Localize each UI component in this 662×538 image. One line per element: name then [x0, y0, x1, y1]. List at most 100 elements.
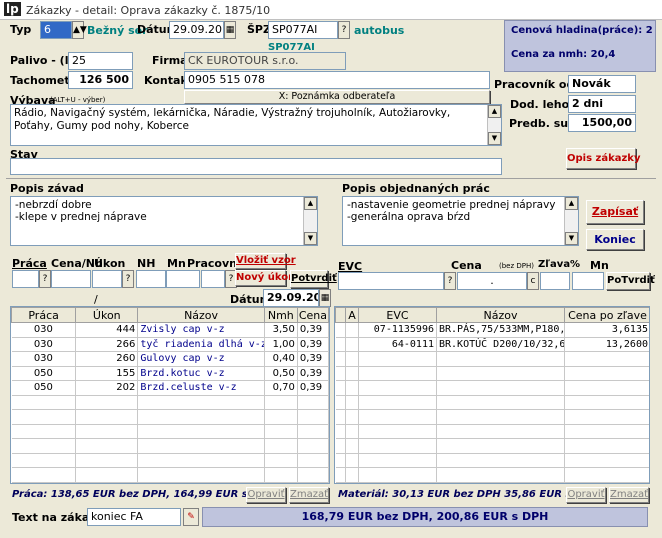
spz-spin-button[interactable]: ?: [338, 21, 350, 39]
stav-field[interactable]: [10, 158, 502, 175]
table-row[interactable]: 030 444 Zvisly cap v-z 3,50 0,39: [11, 322, 329, 338]
table-row[interactable]: 030 260 Gulovy cap v-z 0,40 0,39: [11, 351, 329, 367]
price-per-nmh: Cena za nmh: 20,4: [511, 49, 616, 60]
table-row[interactable]: 050 155 Brzd.kotuc v-z 0,50 0,39: [11, 366, 329, 381]
potvrdit-button[interactable]: Potvrdiť: [290, 270, 337, 288]
table-row[interactable]: [335, 351, 649, 367]
palivo-label: Palivo - (l): [10, 54, 74, 67]
col-evc[interactable]: EVC: [358, 307, 437, 323]
zmazat-work-button[interactable]: Zmazať: [289, 487, 329, 503]
material-total: Materiál: 30,13 EUR bez DPH 35,86 EUR s …: [338, 489, 599, 500]
popis-zavad-textarea[interactable]: -nebrzdí dobre -klepe v prednej náprave …: [10, 196, 318, 246]
mn-field[interactable]: [166, 270, 200, 288]
novy-ukon-button[interactable]: Nový úkon: [235, 270, 295, 286]
table-row[interactable]: [11, 424, 329, 439]
vehicle-type: autobus: [354, 24, 405, 37]
material-table[interactable]: A EVC Názov Cena po zľave 07-1135996 BR.P…: [334, 306, 650, 484]
prace-scrollbar[interactable]: ▲ ▼: [564, 197, 578, 245]
table-row[interactable]: [11, 467, 329, 483]
scroll-down-icon[interactable]: ▼: [565, 232, 578, 245]
mn-material-field[interactable]: [572, 272, 604, 290]
table-row[interactable]: [11, 395, 329, 410]
scroll-up-icon[interactable]: ▲: [565, 197, 578, 210]
calendar-work-button[interactable]: ▦: [319, 289, 331, 307]
pracovnik-odb-field[interactable]: Novák: [568, 75, 636, 93]
popis-prac-textarea[interactable]: -nastavenie geometrie prednej nápravy -g…: [342, 196, 579, 246]
vybava-textarea[interactable]: Rádio, Navigačný systém, lekárnička, Nár…: [10, 104, 502, 146]
vlozit-vzor-button[interactable]: Vložiť vzor: [235, 253, 296, 269]
col-praca[interactable]: Práca: [11, 307, 77, 323]
vybava-scrollbar[interactable]: ▲ ▼: [487, 105, 501, 145]
ukon-spin-button[interactable]: ?: [122, 270, 134, 288]
zapisat-button[interactable]: Zapísať: [586, 200, 644, 224]
typ-label: Typ: [10, 23, 32, 36]
table-row[interactable]: 64-0111 BR.KOTÚČ D200/10/32,6 13,2600: [335, 337, 649, 352]
koniec-button[interactable]: Koniec: [586, 229, 644, 250]
table-row[interactable]: 030 266 tyč riadenia dlhá v-z 1,00 0,39: [11, 337, 329, 352]
scroll-up-icon[interactable]: ▲: [304, 197, 317, 210]
cena-field[interactable]: .: [457, 272, 527, 290]
text-na-zakazke-field[interactable]: koniec FA: [87, 508, 181, 526]
table-row[interactable]: [335, 467, 649, 483]
praca-total: Práca: 138,65 EUR bez DPH, 164,99 EUR s …: [12, 489, 276, 500]
zmazat-material-button[interactable]: Zmazať: [609, 487, 649, 503]
zavady-scrollbar[interactable]: ▲ ▼: [303, 197, 317, 245]
evc-spin-button[interactable]: ?: [444, 272, 456, 290]
potvrdit-material-button[interactable]: PoTvrdiť: [606, 272, 655, 290]
palivo-field[interactable]: 25: [68, 52, 133, 70]
table-row[interactable]: [11, 438, 329, 454]
table-row[interactable]: [335, 438, 649, 454]
praca-entry-label: Práca: [12, 257, 47, 270]
col-ukon[interactable]: Úkon: [75, 307, 139, 323]
table-row[interactable]: 07-1135996 BR.PÁS,75/533MM,P180, 3,6135: [335, 322, 649, 338]
zlava-field[interactable]: [540, 272, 570, 290]
table-row[interactable]: [335, 366, 649, 381]
col-nmh[interactable]: Nmh: [263, 307, 298, 323]
col-cena[interactable]: Cena: [296, 307, 329, 323]
table-row[interactable]: [335, 409, 649, 425]
opravit-work-button[interactable]: Opraviť: [246, 487, 286, 503]
datum-field[interactable]: 29.09.2010: [169, 21, 224, 39]
table-row[interactable]: [335, 380, 649, 396]
tachometer-field[interactable]: 126 500: [68, 71, 133, 89]
col-nazov-material[interactable]: Názov: [436, 307, 565, 323]
calendar-button[interactable]: ▦: [224, 21, 236, 39]
poznamka-button[interactable]: X: Poznámka odberateľa: [184, 90, 490, 104]
datum-work-field[interactable]: 29.09.2010: [263, 289, 319, 307]
work-table[interactable]: Práca Úkon Názov Nmh Cena 030 444 Zvisly c…: [10, 306, 330, 484]
table-row[interactable]: [11, 453, 329, 468]
table-row[interactable]: [335, 453, 649, 468]
pracovnik-field[interactable]: [201, 270, 225, 288]
scroll-up-icon[interactable]: ▲: [488, 105, 501, 118]
typ-field[interactable]: 6: [40, 21, 72, 39]
scroll-down-icon[interactable]: ▼: [488, 132, 501, 145]
col-nazov[interactable]: Názov: [137, 307, 265, 323]
firma-field[interactable]: CK EUROTOUR s.r.o.: [184, 52, 346, 70]
table-row[interactable]: [335, 424, 649, 439]
opis-zakazky-button[interactable]: Opis zákazky: [566, 148, 640, 169]
price-level: Cenová hladina(práce): 2: [511, 25, 653, 36]
vybava-hint: (ALT+U - výber): [50, 96, 106, 104]
praca-field[interactable]: [12, 270, 39, 288]
cena-spin-button[interactable]: c: [527, 272, 539, 290]
kontakt-field[interactable]: 0905 515 078: [184, 71, 490, 89]
col-a[interactable]: A: [345, 307, 359, 323]
ukon-field[interactable]: [92, 270, 122, 288]
spz-field[interactable]: SP077AI: [268, 21, 338, 39]
scroll-down-icon[interactable]: ▼: [304, 232, 317, 245]
opravit-material-button[interactable]: Opraviť: [566, 487, 606, 503]
nh-field[interactable]: [136, 270, 166, 288]
suma-field[interactable]: 1500,00: [568, 114, 636, 132]
cena-nh-field[interactable]: [51, 270, 91, 288]
zavada-line-2: -klepe v prednej náprave: [15, 211, 147, 223]
lehota-field[interactable]: 2 dni: [568, 95, 636, 113]
praca-spin-button[interactable]: ?: [39, 270, 51, 288]
note-icon[interactable]: ✎: [183, 508, 199, 526]
col-cena-po-zlave[interactable]: Cena po zľave: [564, 307, 649, 323]
vybava-text: Rádio, Navigačný systém, lekárnička, Nár…: [14, 107, 451, 132]
table-row[interactable]: [335, 395, 649, 410]
evc-field[interactable]: [338, 272, 444, 290]
table-row[interactable]: [11, 409, 329, 425]
table-row[interactable]: 050 202 Brzd.celuste v-z 0,70 0,39: [11, 380, 329, 396]
typ-spin-button[interactable]: ▲▼: [72, 21, 87, 39]
